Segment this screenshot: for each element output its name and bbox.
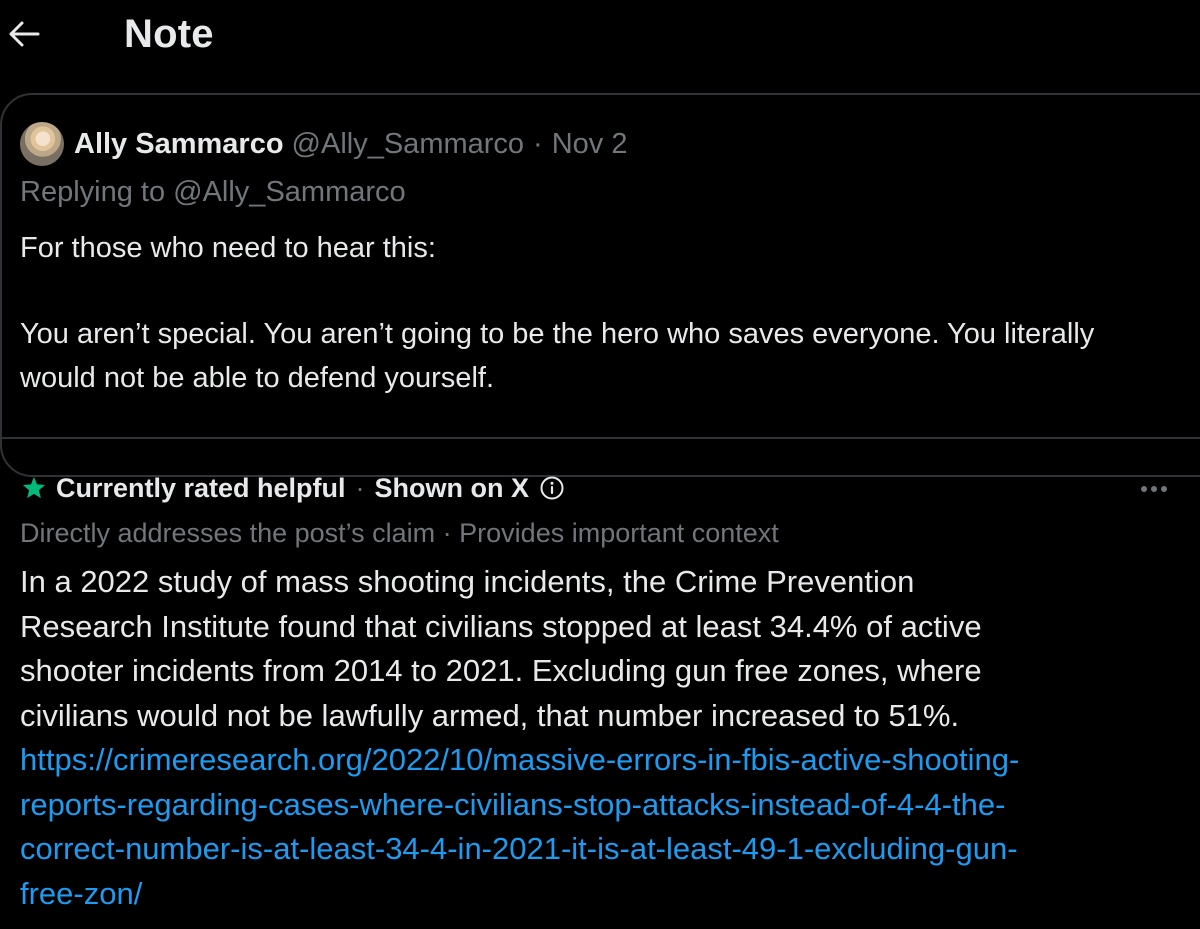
note-text: In a 2022 study of mass shooting inciden…: [20, 564, 982, 733]
more-horizontal-icon: [1141, 486, 1167, 492]
avatar[interactable]: [20, 122, 64, 166]
post-paragraph-1: For those who need to hear this:: [20, 232, 436, 264]
post-paragraph-2: You aren’t special. You aren’t going to …: [20, 318, 1095, 394]
meta-separator: ·: [533, 127, 543, 160]
note-tags: Directly addresses the post’s claim · Pr…: [20, 518, 779, 548]
author-handle[interactable]: @Ally_Sammarco: [292, 128, 525, 161]
status-separator: ·: [355, 472, 365, 503]
shown-on-label: Shown on X: [374, 472, 530, 503]
star-icon: [22, 476, 46, 499]
note-body: In a 2022 study of mass shooting inciden…: [20, 560, 1030, 916]
arrow-left-icon: [9, 21, 40, 47]
post-text: For those who need to hear this: You are…: [20, 226, 1170, 400]
note-status-label: Currently rated helpful: [56, 472, 346, 503]
replying-to: Replying to @Ally_Sammarco: [20, 176, 406, 208]
divider: [0, 437, 1200, 439]
page-header: Note: [0, 0, 1200, 72]
post-date[interactable]: Nov 2: [552, 128, 628, 161]
note-status-bar: Currently rated helpful · Shown on X: [20, 468, 565, 508]
page-title: Note: [124, 12, 214, 56]
info-icon[interactable]: [539, 475, 565, 501]
post-header: Ally Sammarco @Ally_Sammarco · Nov 2: [20, 122, 628, 166]
author-name[interactable]: Ally Sammarco: [74, 128, 284, 161]
more-options-button[interactable]: [1132, 474, 1176, 504]
note-source-link[interactable]: https://crimeresearch.org/2022/10/massiv…: [20, 742, 1019, 911]
back-button[interactable]: [4, 14, 44, 54]
